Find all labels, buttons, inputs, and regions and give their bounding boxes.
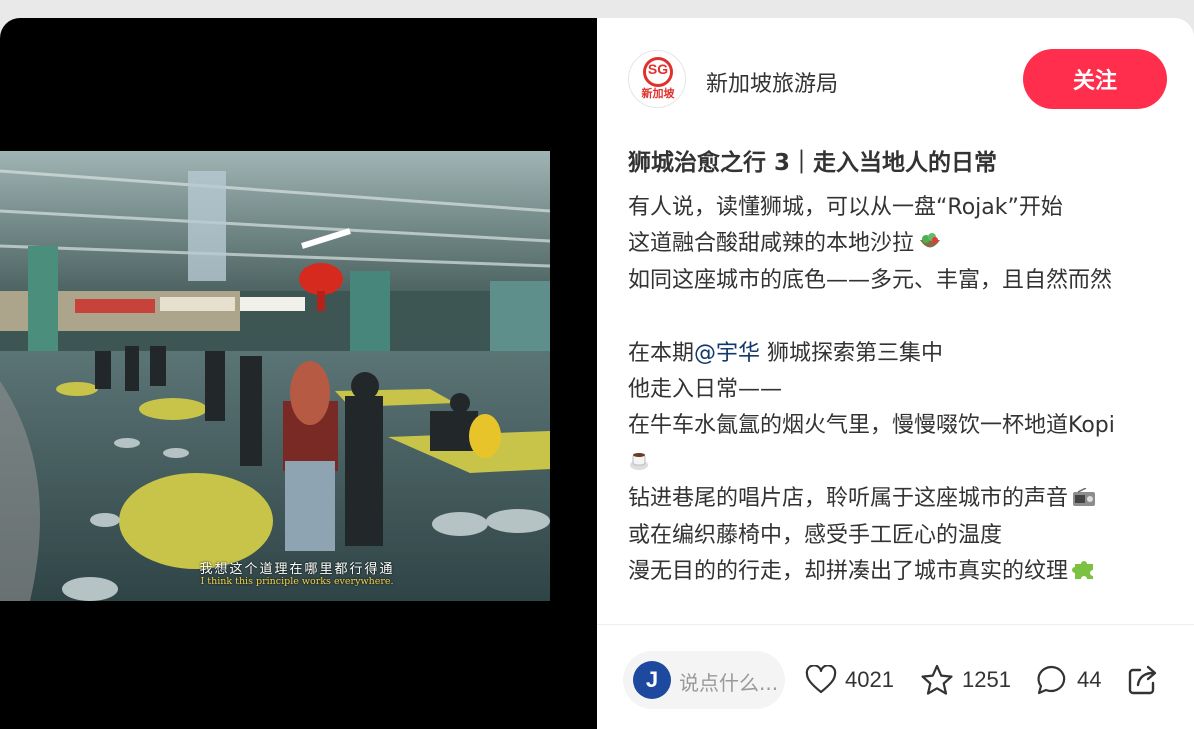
description-text: 漫无目的的行走，却拼凑出了城市真实的纹理 bbox=[628, 558, 1069, 584]
puzzle-icon bbox=[1072, 557, 1096, 593]
description-text: 这道融合酸甜咸辣的本地沙拉 bbox=[628, 231, 915, 257]
footer-divider bbox=[597, 624, 1194, 625]
description-line: 这道融合酸甜咸辣的本地沙拉 bbox=[628, 226, 1178, 262]
share-button[interactable] bbox=[1125, 662, 1161, 702]
like-button[interactable]: 4021 bbox=[805, 662, 894, 698]
note-detail-panel: SG 新加坡 新加坡旅游局 关注 狮城治愈之行 3｜走入当地人的日常 有人说，读… bbox=[597, 18, 1194, 729]
share-icon bbox=[1128, 665, 1157, 695]
follow-button[interactable]: 关注 bbox=[1023, 49, 1167, 109]
description-text: 钻进巷尾的唱片店，聆听属于这座城市的声音 bbox=[628, 486, 1069, 512]
like-count: 4021 bbox=[845, 667, 894, 692]
collect-count: 1251 bbox=[962, 667, 1011, 692]
description-text: 在本期 bbox=[628, 340, 695, 366]
avatar-logo-text: SG bbox=[647, 61, 669, 77]
post-title: 狮城治愈之行 3｜走入当地人的日常 bbox=[628, 150, 998, 176]
video-frame[interactable] bbox=[0, 151, 550, 601]
description-line bbox=[628, 445, 1178, 481]
comment-count: 44 bbox=[1077, 667, 1102, 692]
description-line: 或在编织藤椅中，感受手工匠心的温度 bbox=[628, 522, 1003, 548]
description-line: 如同这座城市的底色——多元、丰富，且自然而然 bbox=[628, 267, 1113, 293]
comment-placeholder: 说点什么... bbox=[679, 671, 779, 695]
description-line: 在牛车水氤氲的烟火气里，慢慢啜饮一杯地道Kopi bbox=[628, 413, 1115, 439]
video-subtitle-chinese: 我想这个道理在哪里都行得通 bbox=[199, 562, 395, 577]
coffee-icon bbox=[628, 448, 650, 484]
note-card: 我想这个道理在哪里都行得通 I think this principle wor… bbox=[0, 18, 1194, 729]
current-user-avatar: J bbox=[633, 661, 671, 699]
collect-button[interactable]: 1251 bbox=[920, 662, 1011, 698]
author-name[interactable]: 新加坡旅游局 bbox=[706, 66, 838, 98]
description-line: 他走入日常—— bbox=[628, 376, 783, 402]
avatar-sub-text: 新加坡 bbox=[641, 87, 675, 100]
video-player[interactable]: 我想这个道理在哪里都行得通 I think this principle wor… bbox=[0, 18, 597, 729]
hawker-centre-scene bbox=[0, 151, 550, 601]
description-text: 狮城探索第三集中 bbox=[760, 340, 944, 366]
star-icon bbox=[921, 664, 953, 695]
radio-icon bbox=[1072, 484, 1096, 520]
video-subtitle-english: I think this principle works everywhere. bbox=[200, 576, 394, 587]
user-mention-link[interactable]: @宇华 bbox=[694, 341, 760, 366]
author-avatar[interactable]: SG 新加坡 bbox=[628, 50, 686, 108]
description-line: 漫无目的的行走，却拼凑出了城市真实的纹理 bbox=[628, 554, 1178, 590]
comment-bubble-icon bbox=[1037, 665, 1066, 695]
description-line: 有人说，读懂狮城，可以从一盘“Rojak”开始 bbox=[628, 195, 1063, 220]
heart-icon bbox=[805, 665, 837, 694]
comment-input[interactable]: J 说点什么... bbox=[623, 651, 785, 709]
salad-icon bbox=[918, 229, 942, 265]
description-line: 在本期@宇华 狮城探索第三集中 bbox=[628, 336, 1178, 372]
description-line: 钻进巷尾的唱片店，聆听属于这座城市的声音 bbox=[628, 481, 1178, 517]
comment-button[interactable]: 44 bbox=[1035, 662, 1101, 698]
post-description: 有人说，读懂狮城，可以从一盘“Rojak”开始 这道融合酸甜咸辣的本地沙拉 如同… bbox=[628, 190, 1178, 590]
